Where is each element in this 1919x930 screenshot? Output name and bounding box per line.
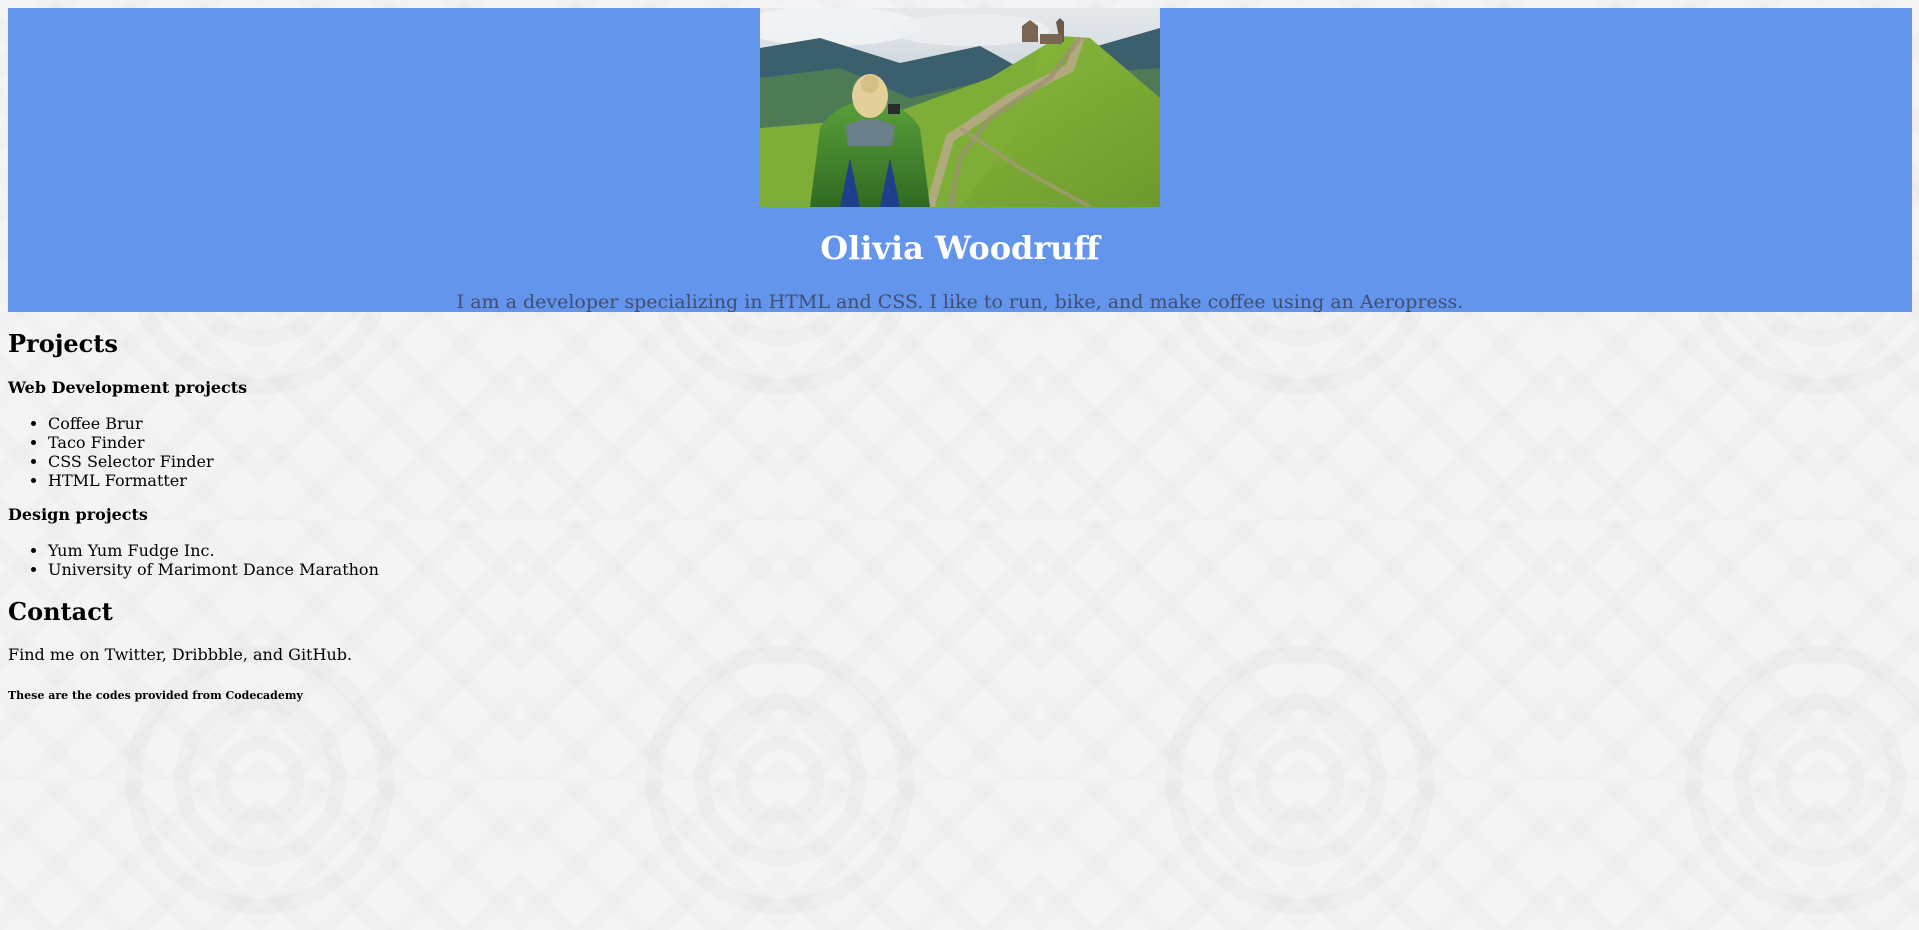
list-item: HTML Formatter <box>48 471 214 490</box>
page: Olivia Woodruff I am a developer special… <box>0 0 1919 930</box>
hero-image <box>760 8 1160 207</box>
list-item: University of Marimont Dance Marathon <box>48 560 379 579</box>
list-item: CSS Selector Finder <box>48 452 214 471</box>
contact-text: Find me on Twitter, Dribbble, and GitHub… <box>8 645 353 664</box>
web-projects-list: Coffee Brur Taco Finder CSS Selector Fin… <box>8 414 214 490</box>
hero-image-graphic <box>760 8 1160 207</box>
footer-note: These are the codes provided from Codeca… <box>8 689 303 702</box>
web-projects-heading: Web Development projects <box>8 378 248 397</box>
list-item: Yum Yum Fudge Inc. <box>48 541 379 560</box>
list-item: Coffee Brur <box>48 414 214 433</box>
page-title: Olivia Woodruff <box>820 229 1100 267</box>
list-item: Taco Finder <box>48 433 214 452</box>
page-header: Olivia Woodruff I am a developer special… <box>8 8 1912 312</box>
projects-heading: Projects <box>8 329 118 358</box>
design-projects-list: Yum Yum Fudge Inc. University of Marimon… <box>8 541 379 579</box>
design-projects-heading: Design projects <box>8 505 148 524</box>
contact-heading: Contact <box>8 597 113 626</box>
intro-text: I am a developer specializing in HTML an… <box>456 291 1464 312</box>
